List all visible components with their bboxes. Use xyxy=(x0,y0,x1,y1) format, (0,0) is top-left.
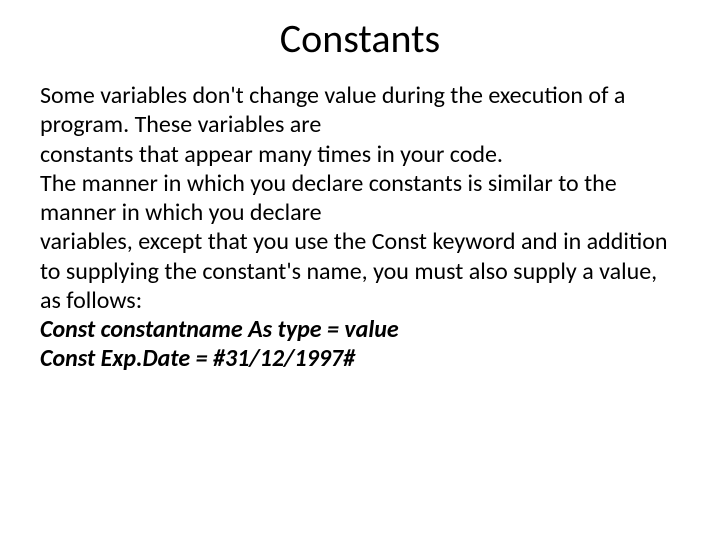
paragraph-4: variables, except that you use the Const… xyxy=(40,227,680,315)
paragraph-2: constants that appear many times in your… xyxy=(40,140,680,169)
slide-title: Constants xyxy=(40,14,680,63)
code-line-1: Const constantname As type = value xyxy=(40,315,680,344)
slide-body: Some variables don't change value during… xyxy=(40,81,680,374)
paragraph-1: Some variables don't change value during… xyxy=(40,81,680,140)
slide: Constants Some variables don't change va… xyxy=(0,0,720,540)
paragraph-3: The manner in which you declare constant… xyxy=(40,169,680,228)
code-line-2: Const Exp.Date = #31/12/1997# xyxy=(40,344,680,373)
